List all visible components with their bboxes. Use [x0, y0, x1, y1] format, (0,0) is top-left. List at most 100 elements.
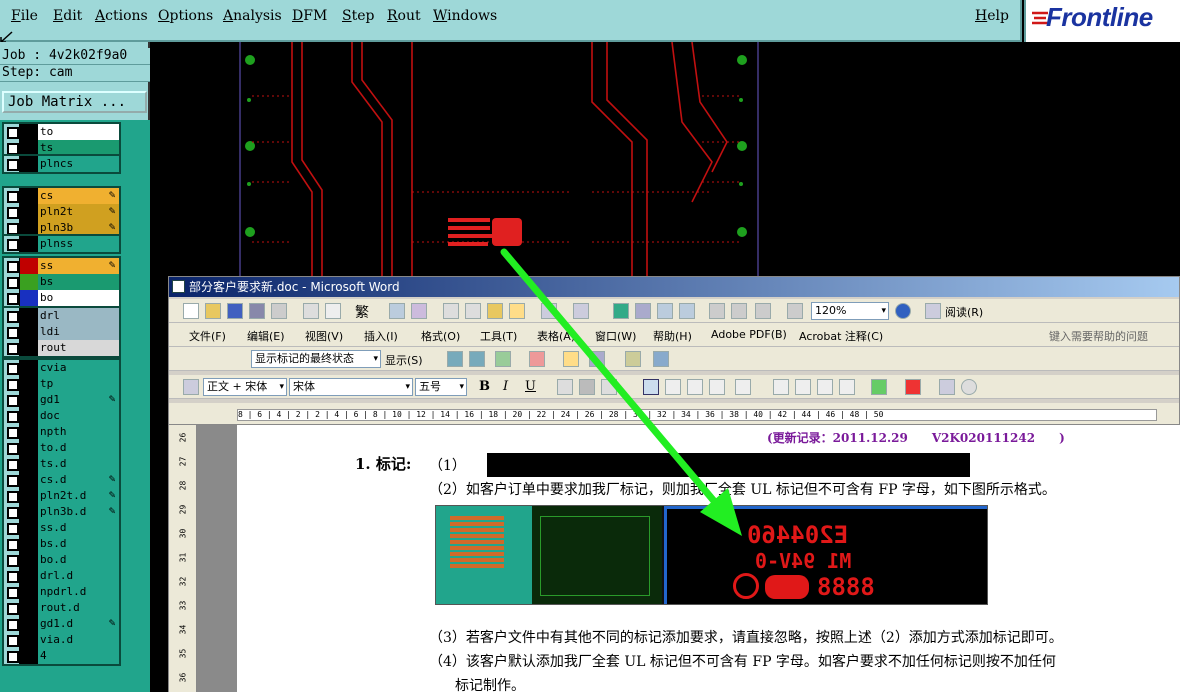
word-menu-acrobat[interactable]: Acrobat 注释(C) — [799, 328, 883, 344]
layer-checkbox[interactable] — [4, 124, 20, 140]
layer-name[interactable]: ss — [38, 258, 119, 274]
layer-checkbox[interactable] — [4, 376, 20, 392]
justify-icon[interactable] — [709, 379, 725, 395]
layer-row-plncs[interactable]: plncs — [4, 156, 119, 172]
layer-checkbox[interactable] — [4, 258, 20, 274]
layer-row-cs[interactable]: cs ✎ — [4, 188, 119, 204]
layer-name[interactable]: pln2t — [38, 204, 119, 220]
layer-checkbox[interactable] — [4, 648, 20, 664]
show-hide-icon[interactable] — [787, 303, 803, 319]
styles-icon[interactable] — [183, 379, 199, 395]
layer-color-swatch[interactable] — [20, 258, 38, 274]
layer-color-swatch[interactable] — [20, 340, 38, 356]
layer-color-swatch[interactable] — [20, 424, 38, 440]
layer-row-bs-d[interactable]: bs.d — [4, 536, 119, 552]
layer-row-gd1[interactable]: gd1 ✎ — [4, 392, 119, 408]
line-spacing-icon[interactable] — [735, 379, 751, 395]
layer-checkbox[interactable] — [4, 584, 20, 600]
layer-checkbox[interactable] — [4, 472, 20, 488]
layer-row-npdrl-d[interactable]: npdrl.d — [4, 584, 119, 600]
layer-color-swatch[interactable] — [20, 290, 38, 306]
layer-row-4[interactable]: 4 — [4, 648, 119, 664]
layer-row-gd1-d[interactable]: gd1.d ✎ — [4, 616, 119, 632]
layer-name[interactable]: ldi — [38, 324, 119, 340]
layer-color-swatch[interactable] — [20, 552, 38, 568]
permission-icon[interactable] — [249, 303, 265, 319]
word-menu-file[interactable]: 文件(F) — [189, 328, 226, 344]
drawing-icon[interactable] — [731, 303, 747, 319]
layer-row-drl[interactable]: drl — [4, 308, 119, 324]
word-menu-adobe-pdf[interactable]: Adobe PDF(B) — [711, 328, 787, 341]
menu-analysis[interactable]: Analysis — [223, 8, 282, 24]
layer-name[interactable]: ts.d — [38, 456, 119, 472]
layer-name[interactable]: bs — [38, 274, 119, 290]
columns-icon[interactable] — [709, 303, 725, 319]
layer-color-swatch[interactable] — [20, 472, 38, 488]
layer-row-to-d[interactable]: to.d — [4, 440, 119, 456]
hyperlink-icon[interactable] — [613, 303, 629, 319]
layer-name[interactable]: ss.d — [38, 520, 119, 536]
layer-name[interactable]: via.d — [38, 632, 119, 648]
word-menu-format[interactable]: 格式(O) — [421, 328, 460, 344]
prev-change-icon[interactable] — [447, 351, 463, 367]
format-painter-icon[interactable] — [509, 303, 525, 319]
accept-change-icon[interactable] — [495, 351, 511, 367]
layer-color-swatch[interactable] — [20, 392, 38, 408]
layer-row-ts-d[interactable]: ts.d — [4, 456, 119, 472]
layer-checkbox[interactable] — [4, 204, 20, 220]
email-icon[interactable] — [271, 303, 287, 319]
next-change-icon[interactable] — [469, 351, 485, 367]
align-center-icon[interactable] — [665, 379, 681, 395]
layer-checkbox[interactable] — [4, 324, 20, 340]
job-matrix-button[interactable]: Job Matrix ... — [2, 91, 147, 113]
layer-name[interactable]: npth — [38, 424, 119, 440]
layer-name[interactable]: cs — [38, 188, 119, 204]
layer-row-pln3b-d[interactable]: pln3b.d ✎ — [4, 504, 119, 520]
graphic-canvas[interactable] — [152, 42, 1180, 282]
paste-icon[interactable] — [487, 303, 503, 319]
word-menu-tools[interactable]: 工具(T) — [480, 328, 517, 344]
layer-row-drl-d[interactable]: drl.d — [4, 568, 119, 584]
layer-row-rout-d[interactable]: rout.d — [4, 600, 119, 616]
layer-checkbox[interactable] — [4, 456, 20, 472]
layer-color-swatch[interactable] — [20, 188, 38, 204]
layer-row-pln2t-d[interactable]: pln2t.d ✎ — [4, 488, 119, 504]
menu-dfm[interactable]: DFM — [292, 8, 327, 24]
layer-row-rout[interactable]: rout — [4, 340, 119, 356]
layer-checkbox[interactable] — [4, 308, 20, 324]
word-menu-insert[interactable]: 插入(I) — [364, 328, 398, 344]
layer-color-swatch[interactable] — [20, 308, 38, 324]
layer-row-via-d[interactable]: via.d — [4, 632, 119, 648]
layer-name[interactable]: to.d — [38, 440, 119, 456]
layer-checkbox[interactable] — [4, 536, 20, 552]
layer-name[interactable]: tp — [38, 376, 119, 392]
layer-color-swatch[interactable] — [20, 124, 38, 140]
menu-step[interactable]: Step — [342, 8, 374, 24]
traditional-chinese-button[interactable]: 繁 — [355, 302, 369, 322]
font-color-icon[interactable] — [905, 379, 921, 395]
align-left-icon[interactable] — [643, 379, 659, 395]
new-doc-icon[interactable] — [183, 303, 199, 319]
word-menu-edit[interactable]: 编辑(E) — [247, 328, 285, 344]
layer-name[interactable]: gd1 — [38, 392, 119, 408]
align-right-icon[interactable] — [687, 379, 703, 395]
layer-color-swatch[interactable] — [20, 156, 38, 172]
layer-name[interactable]: plnss — [38, 236, 119, 252]
layer-name[interactable]: rout.d — [38, 600, 119, 616]
layer-checkbox[interactable] — [4, 552, 20, 568]
word-menu-view[interactable]: 视图(V) — [305, 328, 343, 344]
layer-row-to[interactable]: to — [4, 124, 119, 140]
bold-icon[interactable]: B — [479, 379, 490, 394]
send-icon[interactable] — [653, 351, 669, 367]
layer-row-ldi[interactable]: ldi — [4, 324, 119, 340]
layer-color-swatch[interactable] — [20, 520, 38, 536]
font-combo[interactable]: 宋体 — [289, 378, 413, 396]
word-menu-help[interactable]: 帮助(H) — [653, 328, 692, 344]
layer-row-cs-d[interactable]: cs.d ✎ — [4, 472, 119, 488]
highlight-icon[interactable] — [871, 379, 887, 395]
document-page[interactable]: (更新记录：2011.12.29 V2K020111242 ) 1. 标记: （… — [237, 425, 1180, 692]
layer-name[interactable]: npdrl.d — [38, 584, 119, 600]
layer-color-swatch[interactable] — [20, 648, 38, 664]
italic-icon[interactable]: I — [503, 379, 508, 394]
layer-name[interactable]: bs.d — [38, 536, 119, 552]
